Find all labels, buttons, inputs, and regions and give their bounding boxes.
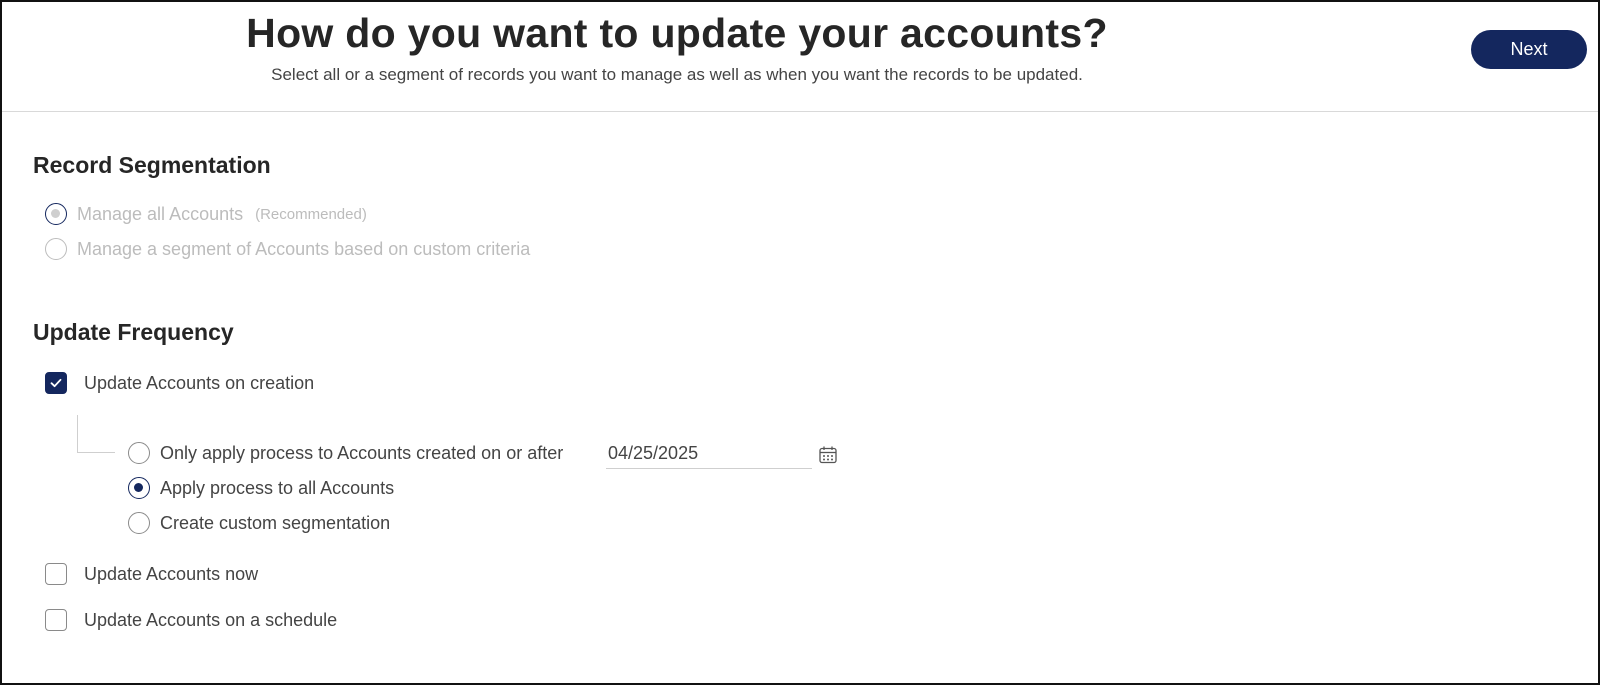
tree-connector-vertical [77,415,78,453]
radio-option-custom-segmentation[interactable]: Create custom segmentation [128,512,390,534]
page-frame: How do you want to update your accounts?… [0,0,1600,685]
radio-option-apply-all[interactable]: Apply process to all Accounts [128,477,394,499]
checkbox-schedule-label: Update Accounts on a schedule [84,609,338,630]
checkbox-now[interactable] [45,563,67,585]
checkbox-option-on-creation[interactable]: Update Accounts on creation [45,372,314,394]
checkbox-schedule[interactable] [45,609,67,631]
tree-connector-horizontal [77,452,115,453]
radio-custom-segmentation[interactable] [128,512,150,534]
radio-option-manage-segment[interactable]: Manage a segment of Accounts based on cu… [45,238,530,260]
radio-option-manage-all[interactable]: Manage all Accounts (Recommended) [45,203,367,225]
next-button[interactable]: Next [1471,30,1587,69]
checkbox-now-label: Update Accounts now [84,563,259,584]
calendar-icon[interactable] [818,445,838,465]
checkbox-option-now[interactable]: Update Accounts now [45,563,258,585]
checkbox-option-schedule[interactable]: Update Accounts on a schedule [45,609,337,631]
radio-created-after-label: Only apply process to Accounts created o… [160,442,564,463]
check-icon [50,378,62,388]
radio-option-created-after[interactable]: Only apply process to Accounts created o… [128,442,563,464]
radio-apply-all-label: Apply process to all Accounts [160,477,395,498]
update-frequency-title: Update Frequency [33,319,234,345]
checkbox-on-creation-label: Update Accounts on creation [84,372,315,393]
checkbox-on-creation[interactable] [45,372,67,394]
radio-manage-all-label: Manage all Accounts [77,203,244,224]
radio-manage-segment[interactable] [45,238,67,260]
page-subtitle: Select all or a segment of records you w… [271,65,1083,84]
page-header: How do you want to update your accounts?… [2,2,1598,112]
recommended-hint: (Recommended) [255,205,367,223]
radio-manage-segment-label: Manage a segment of Accounts based on cu… [77,238,531,259]
radio-created-after[interactable] [128,442,150,464]
radio-apply-all[interactable] [128,477,150,499]
radio-manage-all[interactable] [45,203,67,225]
page-title: How do you want to update your accounts? [246,10,1108,56]
radio-custom-segmentation-label: Create custom segmentation [160,512,391,533]
record-segmentation-title: Record Segmentation [33,152,271,178]
date-field[interactable] [606,439,812,469]
